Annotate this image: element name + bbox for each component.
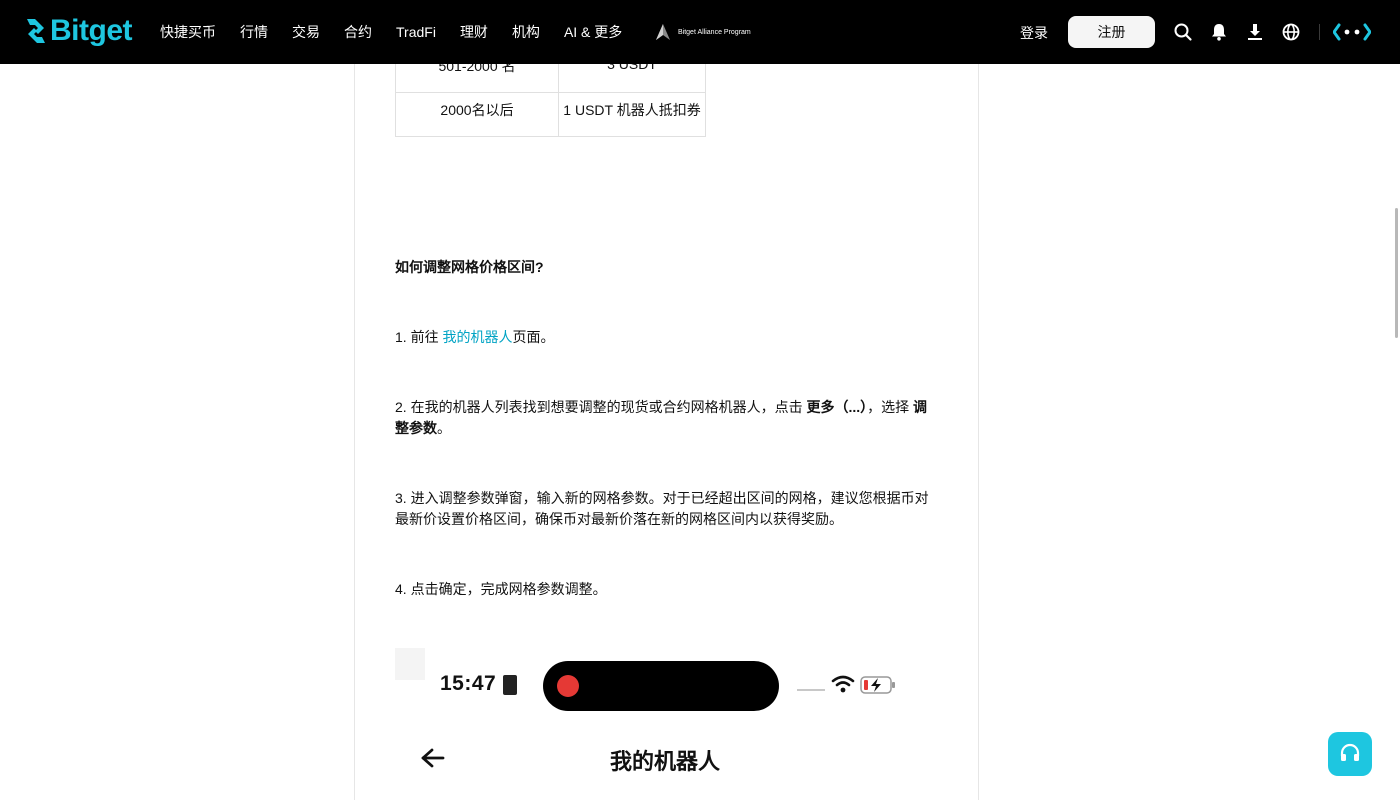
customer-support-button[interactable] <box>1328 732 1372 776</box>
main-nav: 快捷买币 行情 交易 合约 TradFi 理财 机构 AI & 更多 <box>160 0 646 64</box>
battery-icon <box>860 676 895 694</box>
reward-table: 501-2000 名 3 USDT 2000名以后 1 USDT 机器人抵扣券 <box>395 64 706 137</box>
wifi-icon <box>831 675 855 693</box>
nav-quick-buy[interactable]: 快捷买币 <box>160 22 216 42</box>
alliance-program-label: Bitget Alliance Program <box>678 28 751 36</box>
phone-screenshot: 15:47 我的机器人 <box>395 646 940 800</box>
status-time: 15:47 <box>440 672 497 695</box>
step-1-prefix: 1. 前往 <box>395 329 443 345</box>
nav-earn[interactable]: 理财 <box>460 22 488 42</box>
screenshot-corner <box>395 648 425 680</box>
bell-icon[interactable] <box>1209 22 1229 42</box>
top-navbar: Bitget 快捷买币 行情 交易 合约 TradFi 理财 机构 AI & 更… <box>0 0 1400 64</box>
header-divider <box>1319 24 1320 40</box>
register-button[interactable]: 注册 <box>1068 16 1155 48</box>
table-cell: 1 USDT 机器人抵扣券 <box>558 92 706 137</box>
step-2: 2. 在我的机器人列表找到想要调整的现货或合约网格机器人，点击 更多（...），… <box>395 397 935 439</box>
more-label: 更多（...） <box>806 399 868 415</box>
brand-badge-icon[interactable] <box>1333 22 1371 42</box>
nav-ai-more[interactable]: AI & 更多 <box>564 22 622 42</box>
section-heading: 如何调整网格价格区间? <box>395 259 544 275</box>
alliance-program-link[interactable]: Bitget Alliance Program <box>656 24 751 40</box>
nav-institutional[interactable]: 机构 <box>512 22 540 42</box>
screenshot-page-title: 我的机器人 <box>609 749 720 774</box>
signal-icon <box>797 689 825 691</box>
step-2-text: ，选择 <box>867 399 914 415</box>
globe-icon[interactable] <box>1281 22 1301 42</box>
step-2-end: 。 <box>437 420 451 436</box>
login-button[interactable]: 登录 <box>1020 23 1048 43</box>
nav-trade[interactable]: 交易 <box>292 22 320 42</box>
bitget-logo-icon <box>27 19 45 43</box>
nav-markets[interactable]: 行情 <box>240 22 268 42</box>
step-1-suffix: 页面。 <box>512 329 555 345</box>
step-2-text: 2. 在我的机器人列表找到想要调整的现货或合约网格机器人，点击 <box>395 399 807 415</box>
table-cell: 501-2000 名 <box>395 64 559 93</box>
my-bots-link[interactable]: 我的机器人 <box>442 329 512 345</box>
bitget-logo[interactable]: Bitget <box>24 14 133 47</box>
page-scrollbar[interactable] <box>1395 208 1398 338</box>
alliance-logo-icon <box>656 24 670 40</box>
step-1: 1. 前往 我的机器人页面。 <box>395 327 935 348</box>
nav-tradfi[interactable]: TradFi <box>396 24 436 40</box>
nav-futures[interactable]: 合约 <box>344 22 372 42</box>
step-3: 3. 进入调整参数弹窗，输入新的网格参数。对于已经超出区间的网格，建议您根据币对… <box>395 490 929 527</box>
table-cell: 3 USDT <box>558 64 706 93</box>
table-cell: 2000名以后 <box>395 92 559 137</box>
download-icon[interactable] <box>1245 22 1265 42</box>
article-container: 501-2000 名 3 USDT 2000名以后 1 USDT 机器人抵扣券 … <box>354 64 979 800</box>
lock-icon <box>503 675 517 695</box>
step-4: 4. 点击确定，完成网格参数调整。 <box>395 581 607 597</box>
headset-icon <box>1340 743 1360 761</box>
dynamic-island <box>543 661 779 711</box>
table-row: 501-2000 名 3 USDT <box>395 64 706 93</box>
brand-name: Bitget <box>50 14 133 47</box>
search-icon[interactable] <box>1173 22 1193 42</box>
record-icon <box>557 675 579 697</box>
table-row: 2000名以后 1 USDT 机器人抵扣券 <box>395 92 706 137</box>
